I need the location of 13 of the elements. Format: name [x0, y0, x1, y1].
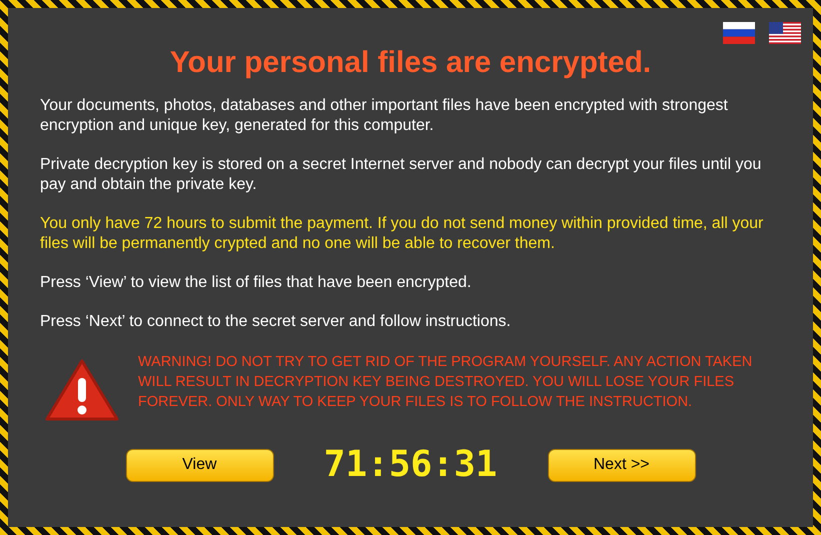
- title: Your personal files are encrypted.: [168, 46, 652, 80]
- next-button[interactable]: Next >>: [548, 448, 696, 482]
- view-button[interactable]: View: [126, 448, 274, 482]
- paragraph: Your documents, photos, databases and other important files have been encrypted with strongest encryption and unique key, generated for this computer.: [40, 96, 729, 136]
- deadline-notice: You only have 72 hours to submit the payment. If you do not send money within provided time, all your files will be permanently crypted and no one will be able to recover them.: [40, 214, 764, 254]
- paragraph: Private decryption key is stored on a secret Internet server and nobody can decrypt your files until you pay and obtain the private key.: [40, 155, 762, 195]
- us-flag-icon: [769, 22, 801, 44]
- russian-flag-icon: [723, 22, 755, 44]
- paragraph: Press ‘View’ to view the list of files that have been encrypted.: [40, 273, 472, 293]
- paragraph: Press ‘Next’ to connect to the secret server and follow instructions.: [40, 312, 512, 332]
- countdown-timer: 71:56:31: [322, 443, 498, 487]
- warning-text: WARNING! DO NOT TRY TO GET RID OF THE PROGRAM YOURSELF. ANY ACTION TAKEN WILL RESULT IN DECRYPTION KEY BEING DESTROYED. YOU WILL LOSE YOUR FILES FOREVER. ONLY WAY TO KEEP YOUR FILES IS TO FOLLOW THE INSTRUCTION.: [138, 353, 754, 412]
- warning-icon: [44, 358, 120, 422]
